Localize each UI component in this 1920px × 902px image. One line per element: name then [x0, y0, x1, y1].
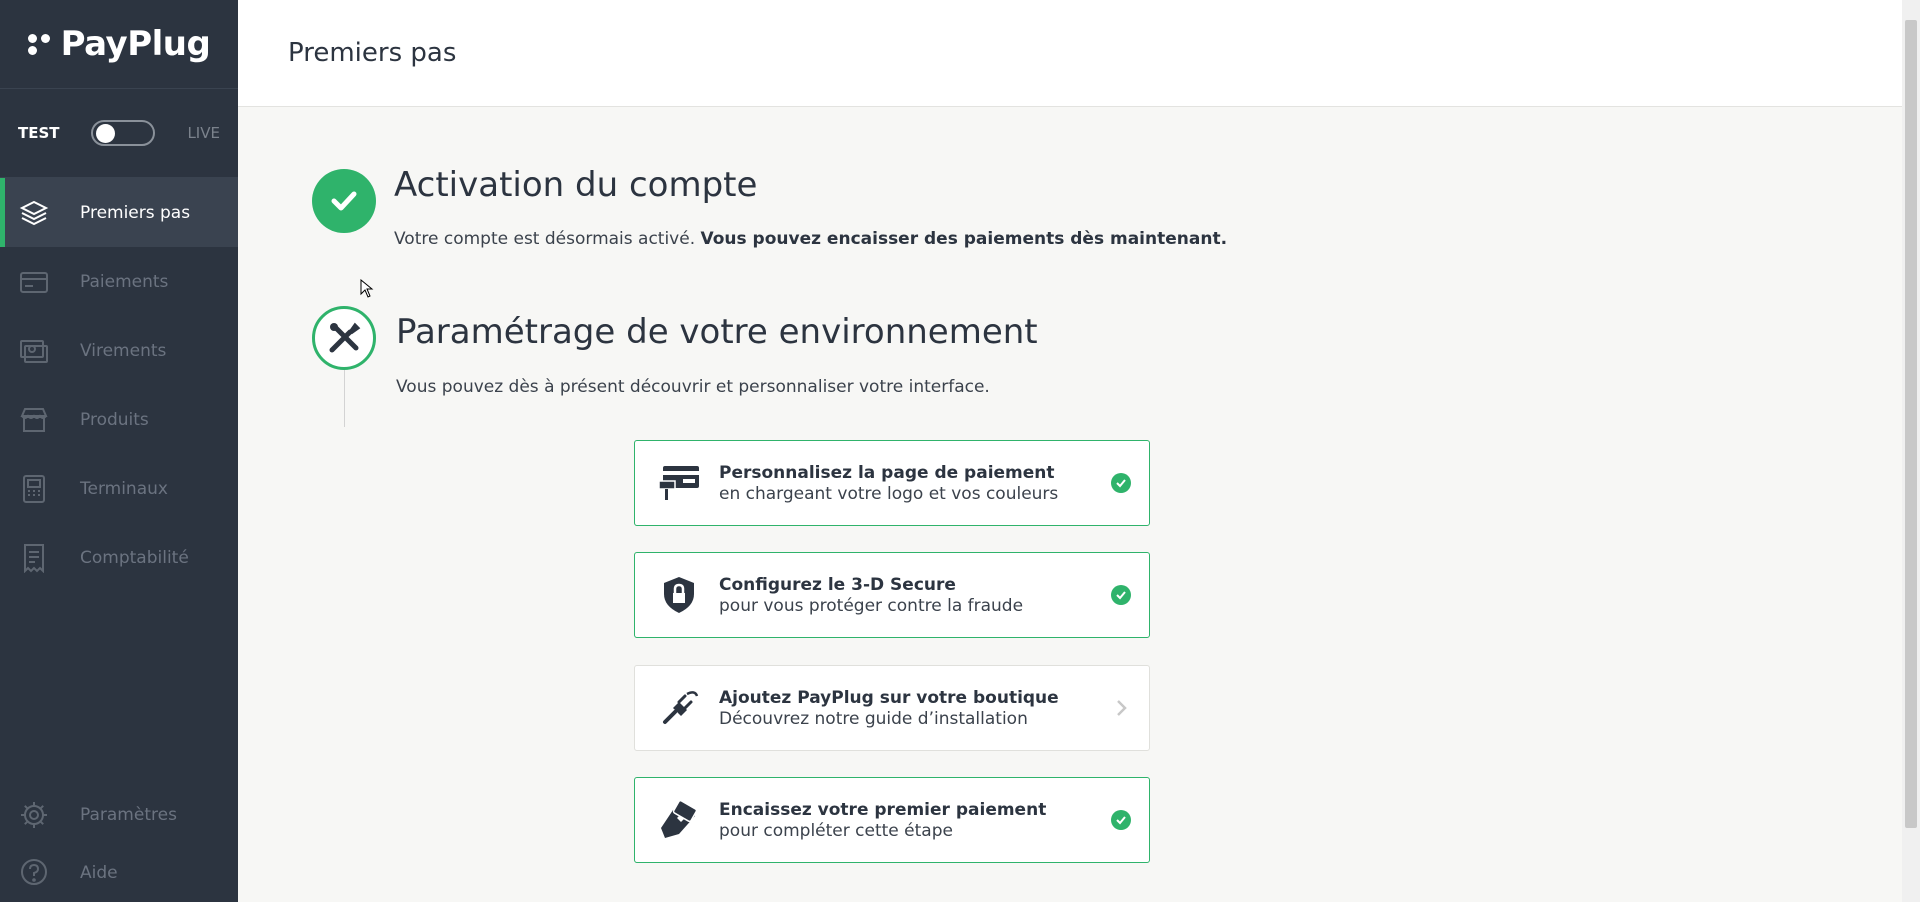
- nav-item-terminaux[interactable]: Terminaux: [0, 454, 238, 523]
- chevron-right-icon: [1111, 698, 1131, 718]
- mode-switch: TEST LIVE: [0, 89, 238, 178]
- card-title: Configurez le 3-D Secure: [719, 574, 956, 595]
- nav-label: Produits: [80, 409, 149, 430]
- nav-label: Comptabilité: [80, 547, 189, 568]
- card-text: Configurez le 3-D Secure pour vous proté…: [719, 575, 1111, 616]
- paint-card-icon: [655, 459, 703, 507]
- card-customize-payment-page[interactable]: Personnalisez la page de paiement en cha…: [634, 440, 1150, 526]
- transfer-icon: [18, 335, 50, 367]
- card-title: Encaissez votre premier paiement: [719, 799, 1047, 820]
- receipt-icon: [18, 542, 50, 574]
- sidebar: PayPlug TEST LIVE Premiers pas Paiements…: [0, 0, 238, 902]
- card-icon: [18, 266, 50, 298]
- check-circle-icon: [1111, 473, 1131, 493]
- bottom-nav: Paramètres Aide: [0, 786, 238, 902]
- main-nav: Premiers pas Paiements Virements Produit…: [0, 178, 238, 592]
- nav-item-comptabilite[interactable]: Comptabilité: [0, 523, 238, 592]
- test-label: TEST: [18, 124, 60, 142]
- payplug-logo[interactable]: PayPlug: [0, 0, 238, 89]
- setup-title: Paramétrage de votre environnement: [396, 312, 1038, 352]
- card-title: Personnalisez la page de paiement: [719, 462, 1055, 483]
- nav-label: Aide: [80, 863, 118, 883]
- card-first-payment[interactable]: Encaissez votre premier paiement pour co…: [634, 777, 1150, 863]
- nav-label: Paramètres: [80, 805, 177, 825]
- mouse-cursor-icon: [360, 278, 374, 303]
- card-subtitle: pour vous protéger contre la fraude: [719, 595, 1024, 616]
- check-circle-icon: [1111, 810, 1131, 830]
- test-live-toggle[interactable]: [91, 120, 156, 146]
- main-content: Activation du compte Votre compte est dé…: [238, 107, 1902, 902]
- card-subtitle: Découvrez notre guide d’installation: [719, 708, 1028, 729]
- logo-dots-icon: [27, 33, 51, 55]
- vertical-scrollbar[interactable]: [1902, 0, 1920, 902]
- terminal-icon: [18, 473, 50, 505]
- nav-item-aide[interactable]: Aide: [0, 844, 238, 902]
- shield-lock-icon: [655, 571, 703, 619]
- store-icon: [18, 404, 50, 436]
- nav-item-produits[interactable]: Produits: [0, 385, 238, 454]
- nav-label: Virements: [80, 340, 167, 361]
- nav-item-parametres[interactable]: Paramètres: [0, 786, 238, 844]
- check-icon: [312, 169, 376, 233]
- nav-item-paiements[interactable]: Paiements: [0, 247, 238, 316]
- tools-icon: [312, 306, 376, 370]
- card-add-payplug-store[interactable]: Ajoutez PayPlug sur votre boutique Décou…: [634, 665, 1150, 751]
- help-icon: [18, 857, 50, 889]
- check-circle-icon: [1111, 585, 1131, 605]
- card-text: Encaissez votre premier paiement pour co…: [719, 800, 1111, 841]
- hand-card-icon: [655, 796, 703, 844]
- nav-item-virements[interactable]: Virements: [0, 316, 238, 385]
- nav-label: Terminaux: [80, 478, 168, 499]
- activation-title: Activation du compte: [394, 165, 758, 205]
- live-label: LIVE: [187, 124, 220, 142]
- gear-icon: [18, 799, 50, 831]
- setup-desc: Vous pouvez dès à présent découvrir et p…: [396, 377, 990, 397]
- page-title: Premiers pas: [288, 38, 457, 68]
- toggle-knob: [96, 124, 116, 143]
- nav-label: Paiements: [80, 271, 169, 292]
- scrollbar-thumb[interactable]: [1905, 20, 1917, 828]
- card-subtitle: pour compléter cette étape: [719, 820, 953, 841]
- card-title: Ajoutez PayPlug sur votre boutique: [719, 687, 1059, 708]
- page-header: Premiers pas: [238, 0, 1902, 107]
- card-3d-secure[interactable]: Configurez le 3-D Secure pour vous proté…: [634, 552, 1150, 638]
- nav-label: Premiers pas: [80, 202, 191, 223]
- activation-desc: Votre compte est désormais activé. Vous …: [394, 229, 1227, 249]
- activation-desc-text: Votre compte est désormais activé.: [394, 229, 701, 249]
- card-text: Personnalisez la page de paiement en cha…: [719, 463, 1111, 504]
- nav-item-premiers-pas[interactable]: Premiers pas: [0, 178, 238, 247]
- activation-desc-bold: Vous pouvez encaisser des paiements dès …: [700, 229, 1228, 249]
- layers-icon: [18, 197, 50, 229]
- logo-text: PayPlug: [60, 24, 211, 64]
- card-text: Ajoutez PayPlug sur votre boutique Décou…: [719, 688, 1111, 729]
- plug-icon: [655, 684, 703, 732]
- card-subtitle: en chargeant votre logo et vos couleurs: [719, 483, 1059, 504]
